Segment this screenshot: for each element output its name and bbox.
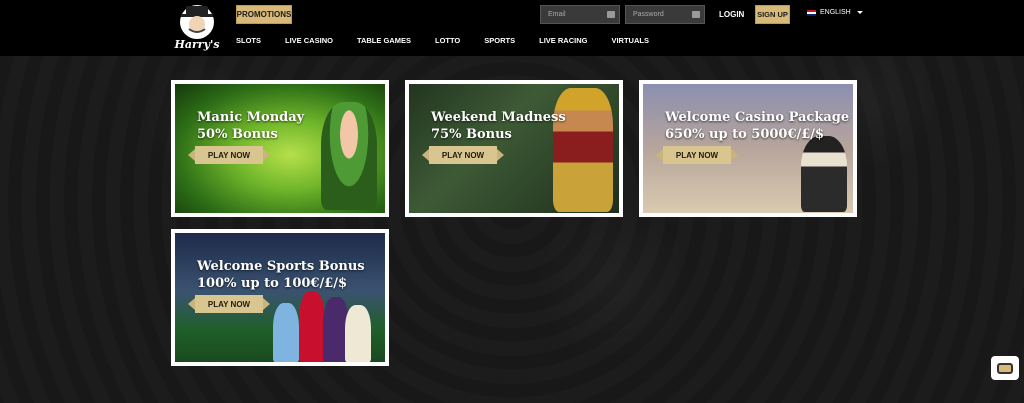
nav-live-racing[interactable]: LIVE RACING bbox=[539, 36, 587, 45]
harrys-logo[interactable]: Harry's bbox=[170, 2, 224, 52]
main-nav: SLOTS LIVE CASINO TABLE GAMES LOTTO SPOR… bbox=[236, 36, 649, 45]
promo-title: Welcome Casino Package 650% up to 5000€/… bbox=[665, 109, 849, 143]
chevron-down-icon bbox=[856, 11, 863, 14]
uk-flag-icon bbox=[807, 9, 816, 16]
keyboard-icon bbox=[692, 11, 700, 18]
play-now-button[interactable]: PLAY NOW bbox=[188, 146, 270, 164]
nav-table-games[interactable]: TABLE GAMES bbox=[357, 36, 411, 45]
language-selector[interactable]: ENGLISH bbox=[807, 9, 863, 16]
nav-lotto[interactable]: LOTTO bbox=[435, 36, 460, 45]
promo-title-line1: Welcome Sports Bonus bbox=[197, 259, 365, 274]
promo-card-welcome-sports[interactable]: Welcome Sports Bonus 100% up to 100€/£/$… bbox=[171, 229, 389, 366]
promo-title-line2: 50% Bonus bbox=[197, 127, 278, 142]
fairy-illustration bbox=[321, 102, 377, 210]
play-now-button[interactable]: PLAY NOW bbox=[422, 146, 504, 164]
chat-bubble-icon bbox=[997, 362, 1013, 374]
promo-title-line2: 100% up to 100€/£/$ bbox=[197, 276, 348, 291]
promo-card-welcome-casino[interactable]: Welcome Casino Package 650% up to 5000€/… bbox=[639, 80, 857, 217]
promo-title-line1: Welcome Casino Package bbox=[665, 110, 850, 125]
players-illustration bbox=[271, 285, 381, 362]
promo-title: Manic Monday 50% Bonus bbox=[197, 109, 304, 143]
keyboard-icon bbox=[607, 11, 615, 18]
signup-button[interactable]: SIGN UP bbox=[755, 5, 790, 24]
promo-title-line1: Manic Monday bbox=[197, 110, 305, 125]
email-field[interactable]: Email bbox=[540, 5, 620, 24]
warrior-illustration bbox=[553, 88, 613, 212]
nav-virtuals[interactable]: VIRTUALS bbox=[611, 36, 649, 45]
promo-title-line2: 650% up to 5000€/£/$ bbox=[665, 127, 825, 142]
password-field[interactable]: Password bbox=[625, 5, 705, 24]
play-now-button[interactable]: PLAY NOW bbox=[188, 295, 270, 313]
promo-title: Weekend Madness 75% Bonus bbox=[431, 109, 566, 143]
password-placeholder: Password bbox=[633, 11, 664, 18]
login-button[interactable]: LOGIN bbox=[719, 10, 744, 19]
language-label: ENGLISH bbox=[820, 9, 851, 16]
promo-card-manic-monday[interactable]: Manic Monday 50% Bonus PLAY NOW bbox=[171, 80, 389, 217]
email-placeholder: Email bbox=[548, 11, 566, 18]
promo-title: Welcome Sports Bonus 100% up to 100€/£/$ bbox=[197, 258, 365, 292]
chat-button[interactable] bbox=[991, 356, 1019, 380]
promo-card-weekend-madness[interactable]: Weekend Madness 75% Bonus PLAY NOW bbox=[405, 80, 623, 217]
site-header: Harry's PROMOTIONS SLOTS LIVE CASINO TAB… bbox=[0, 0, 1024, 56]
gentleman-illustration bbox=[801, 136, 847, 212]
play-now-button[interactable]: PLAY NOW bbox=[656, 146, 738, 164]
promo-title-line1: Weekend Madness bbox=[431, 110, 566, 125]
nav-live-casino[interactable]: LIVE CASINO bbox=[285, 36, 333, 45]
promotions-button[interactable]: PROMOTIONS bbox=[236, 5, 292, 24]
logo-text: Harry's bbox=[173, 38, 219, 51]
nav-slots[interactable]: SLOTS bbox=[236, 36, 261, 45]
promo-title-line2: 75% Bonus bbox=[431, 127, 512, 142]
nav-sports[interactable]: SPORTS bbox=[484, 36, 515, 45]
